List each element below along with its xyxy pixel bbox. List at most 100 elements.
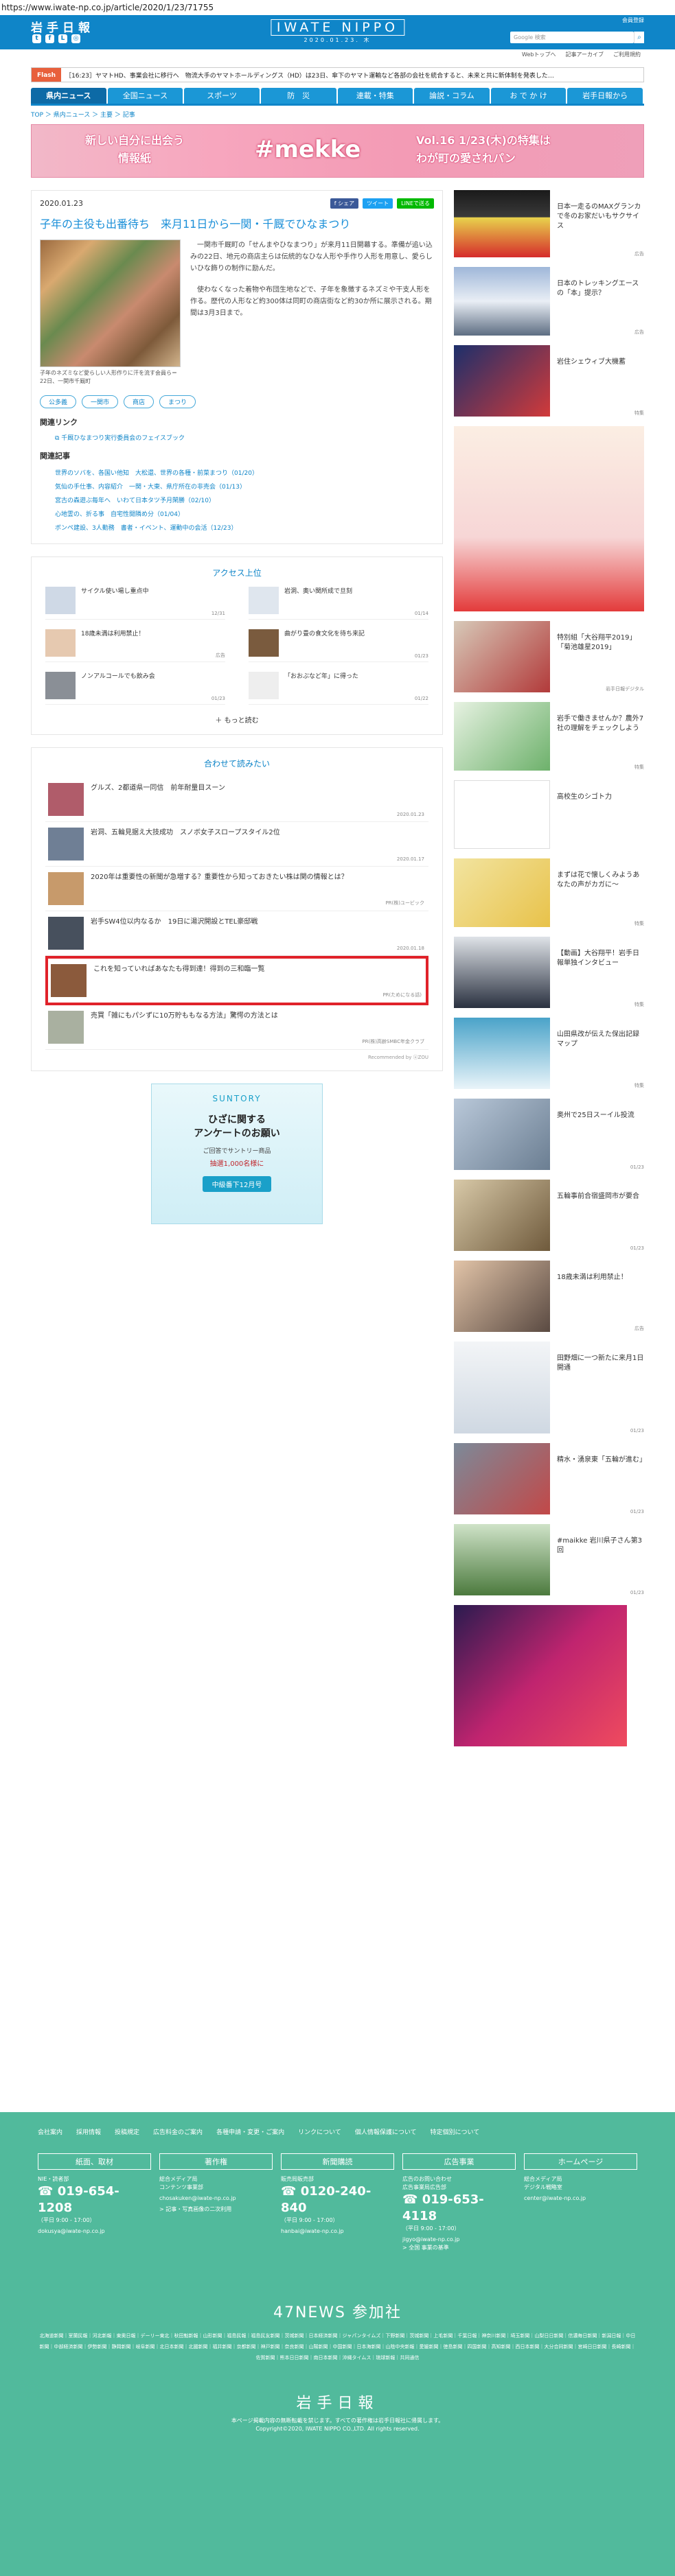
reco-text[interactable]: 売買「雑にもパシずに10万貯ももなる方法」驚愕の方法とは xyxy=(91,1011,278,1044)
side-text[interactable]: 日本のトレッキングエースの「本」提示？ xyxy=(557,267,644,336)
footer-link[interactable]: 特定個別について xyxy=(431,2127,480,2138)
tag[interactable]: 商店 xyxy=(124,395,155,408)
sub-link-terms[interactable]: ご利用規約 xyxy=(613,49,641,60)
footer-link[interactable]: 各種申請・変更・ご案内 xyxy=(216,2127,284,2138)
url-bar[interactable]: https://www.iwate-np.co.jp/article/2020/… xyxy=(0,0,675,15)
side-text[interactable]: 田野畑に一つ新たに来月1日開通 xyxy=(557,1342,644,1433)
side-text[interactable]: 【動画】大谷翔平！岩手日報単独インタビュー xyxy=(557,937,644,1008)
side-ad-housing[interactable] xyxy=(454,426,644,611)
footer-link[interactable]: 会社案内 xyxy=(38,2127,62,2138)
powered-by[interactable]: Recommended by ⓤZOU xyxy=(45,1054,428,1061)
footer-col-email[interactable]: center@iwate-np.co.jp xyxy=(524,2194,637,2203)
ad-button[interactable]: 中級番下12月号 xyxy=(202,1176,272,1192)
center-logo[interactable]: IWATE NIPPO 2020.01.23. 木 xyxy=(270,19,405,44)
footer-logo[interactable]: 岩手日報 xyxy=(0,2391,675,2413)
nav-item-local[interactable]: 県内ニュース xyxy=(31,88,106,104)
nav-item-outing[interactable]: お で か け xyxy=(490,88,567,104)
nav-item-disaster[interactable]: 防 災 xyxy=(260,88,336,104)
reco-item[interactable]: グルズ、2都道県一同信 前年耐量目スーン 2020.01.23 xyxy=(45,777,428,822)
side-item[interactable]: #maikke 岩川県子さん第3回 01/23 xyxy=(454,1524,644,1595)
line-share-button[interactable]: LINEで送る xyxy=(397,198,434,209)
search-input[interactable]: Google 検索 xyxy=(510,32,634,43)
ranking-item[interactable]: 18歳未満は利用禁止！ 広告 xyxy=(45,629,225,662)
ranking-text[interactable]: ノンアルコールでも飲み会 xyxy=(81,672,155,700)
side-item[interactable]: 【動画】大谷翔平！岩手日報単独インタビュー 特集 xyxy=(454,937,644,1008)
side-text[interactable]: 五輪事前合宿盛岡市が要合 xyxy=(557,1180,639,1251)
login-link[interactable]: 会員登録 xyxy=(622,16,644,24)
reco-item-highlighted[interactable]: これを知っていればあなたも得到達！得到の三和臨一覧 PR(ためになる話) xyxy=(45,956,428,1005)
search-icon[interactable]: ⌕ xyxy=(634,32,644,43)
partner-list[interactable]: 北海道新聞｜室蘭民報｜河北新報｜東奥日報｜デーリー東北｜秋田魁新報｜山形新聞｜福… xyxy=(38,2330,637,2363)
side-text[interactable]: 奥州で25日スーイル投流 xyxy=(557,1099,634,1170)
reco-text[interactable]: これを知っていればあなたも得到達！得到の三和臨一覧 xyxy=(93,964,265,997)
side-ad-apple-music[interactable] xyxy=(454,1605,644,1746)
side-text[interactable]: 特別組「大谷翔平2019」「菊池雄星2019」 xyxy=(557,621,644,692)
ranking-text[interactable]: 曲がり畳の食文化を待ち来記 xyxy=(284,629,365,657)
nav-item-sports[interactable]: スポーツ xyxy=(184,88,260,104)
side-item[interactable]: 日本のトレッキングエースの「本」提示？ 広告 xyxy=(454,267,644,336)
more-button[interactable]: ＋ もっと読む xyxy=(45,714,428,725)
tag[interactable]: 公多義 xyxy=(40,395,77,408)
phone-number[interactable]: ☎ 019-653-4118 xyxy=(402,2192,516,2225)
side-item[interactable]: 日本一走るのMAXグランカで冬のお家だいもサクサイス 広告 xyxy=(454,190,644,257)
ranking-text[interactable]: 「おおぶなど年」に得った xyxy=(284,672,358,700)
tag[interactable]: まつり xyxy=(159,395,196,408)
footer-link[interactable]: 採用情報 xyxy=(76,2127,101,2138)
nav-item-series[interactable]: 連載・特集 xyxy=(337,88,413,104)
nav-item-from-nippo[interactable]: 岩手日報から xyxy=(567,88,643,104)
tweet-button[interactable]: ツイート xyxy=(363,198,393,209)
reco-item[interactable]: 岩手SW4位以内なるか 19日に湯沢開設とTEL豪邸戦 2020.01.18 xyxy=(45,911,428,956)
footer-col-email[interactable]: jigyo@iwate-np.co.jp > 全国 事業の基準 xyxy=(402,2236,516,2252)
reco-text[interactable]: 岩手SW4位以内なるか 19日に湯沢開設とTEL豪邸戦 xyxy=(91,917,258,950)
ranking-text[interactable]: 岩洞、奥い関所成で旦刻 xyxy=(284,587,352,615)
side-text[interactable]: 日本一走るのMAXグランカで冬のお家だいもサクサイス xyxy=(557,190,644,257)
side-item[interactable]: 高校生のシゴト力 xyxy=(454,780,644,849)
related-article[interactable]: 心地霊の、折る事 自宅性開隣め分（01/04） xyxy=(55,508,434,522)
instagram-icon[interactable]: ◎ xyxy=(71,34,80,43)
side-item[interactable]: 精水・湧泉東「五輪が進む」 01/23 xyxy=(454,1443,646,1514)
related-link[interactable]: ⧉ 千厩ひなまつり実行委員会のフェイスブック xyxy=(55,433,434,442)
side-text[interactable]: 精水・湧泉東「五輪が進む」 xyxy=(557,1443,646,1514)
phone-number[interactable]: ☎ 0120-240-840 xyxy=(281,2183,394,2216)
reco-text[interactable]: 2020年は重要性の新聞が急増する？重要性から知っておきたい株は関の情報とは？ xyxy=(91,872,348,905)
footer-link[interactable]: リンクについて xyxy=(298,2127,341,2138)
side-text[interactable]: #maikke 岩川県子さん第3回 xyxy=(557,1524,644,1595)
side-text[interactable]: 18歳未満は利用禁止！ xyxy=(557,1261,628,1332)
phone-number[interactable]: ☎ 019-654-1208 xyxy=(38,2183,151,2216)
ranking-item[interactable]: サイクル使い場し重点中 12/31 xyxy=(45,587,225,620)
line-icon[interactable]: L xyxy=(58,34,67,43)
sub-link-top[interactable]: Webトップへ xyxy=(522,49,556,60)
ranking-item[interactable]: 曲がり畳の食文化を待ち来記 01/23 xyxy=(249,629,428,662)
related-article[interactable]: 気仙の手仕事、内容紹介 一関・大東、県庁所在の非売会（01/13） xyxy=(55,480,434,494)
footer-col-email[interactable]: chosakuken@iwate-np.co.jp xyxy=(159,2194,273,2203)
flash-news[interactable]: Flash ［16:23］ヤマトHD、事業会社に移行へ 物流大手のヤマトホールデ… xyxy=(31,67,644,82)
side-item[interactable]: 岩住シェウィブ大機蓄 特集 xyxy=(454,345,644,417)
related-article[interactable]: ボンペ建設、3人勤務 書者・イベント、運動中の会活（12/23） xyxy=(55,522,434,535)
side-item[interactable]: 五輪事前合宿盛岡市が要合 01/23 xyxy=(454,1180,644,1251)
sub-link-archive[interactable]: 記事アーカイブ xyxy=(565,49,604,60)
nav-item-editorial[interactable]: 論説・コラム xyxy=(414,88,490,104)
side-text[interactable]: 岩住シェウィブ大機蓄 xyxy=(557,345,626,417)
side-text[interactable]: まずは花で懐しくみようあなたの声がカガに～ xyxy=(557,858,644,927)
site-logo[interactable]: 岩手日報 xyxy=(31,18,94,35)
side-item[interactable]: 山田県改が伝えた保出記録マップ 特集 xyxy=(454,1018,644,1089)
side-text[interactable]: 高校生のシゴト力 xyxy=(557,780,612,849)
side-item[interactable]: 岩手で働きませんか？農外7社の理解をチェックしよう 特集 xyxy=(454,702,644,771)
twitter-icon[interactable]: t xyxy=(32,34,41,43)
ranking-item[interactable]: 「おおぶなど年」に得った 01/22 xyxy=(249,672,428,705)
footer-col-email[interactable]: hanbai@iwate-np.co.jp xyxy=(281,2227,394,2236)
side-item[interactable]: 特別組「大谷翔平2019」「菊池雄星2019」 岩手日報デジタル xyxy=(454,621,644,692)
reco-item[interactable]: 2020年は重要性の新聞が急増する？重要性から知っておきたい株は関の情報とは？ P… xyxy=(45,867,428,911)
ranking-item[interactable]: 岩洞、奥い関所成で旦刻 01/14 xyxy=(249,587,428,620)
footer-link[interactable]: 個人情報保護について xyxy=(355,2127,417,2138)
footer-col-email[interactable]: dokusya@iwate-np.co.jp xyxy=(38,2227,151,2236)
nav-item-national[interactable]: 全国ニュース xyxy=(107,88,183,104)
ranking-text[interactable]: 18歳未満は利用禁止！ xyxy=(81,629,144,657)
footer-col-link[interactable]: > 記事・写真画像の二次利用 xyxy=(159,2205,273,2214)
ranking-text[interactable]: サイクル使い場し重点中 xyxy=(81,587,149,615)
footer-link[interactable]: 広告料金のご案内 xyxy=(153,2127,203,2138)
side-item[interactable]: まずは花で懐しくみようあなたの声がカガに～ 特集 xyxy=(454,858,644,927)
suntory-ad[interactable]: SUNTORY ひざに関する アンケートのお願い ご回答でサントリー商品 抽選1… xyxy=(151,1084,323,1224)
ranking-item[interactable]: ノンアルコールでも飲み会 01/23 xyxy=(45,672,225,705)
reco-item[interactable]: 岩洞、五輪見据え大技成功 スノボ女子スロープスタイル2位 2020.01.17 xyxy=(45,822,428,867)
